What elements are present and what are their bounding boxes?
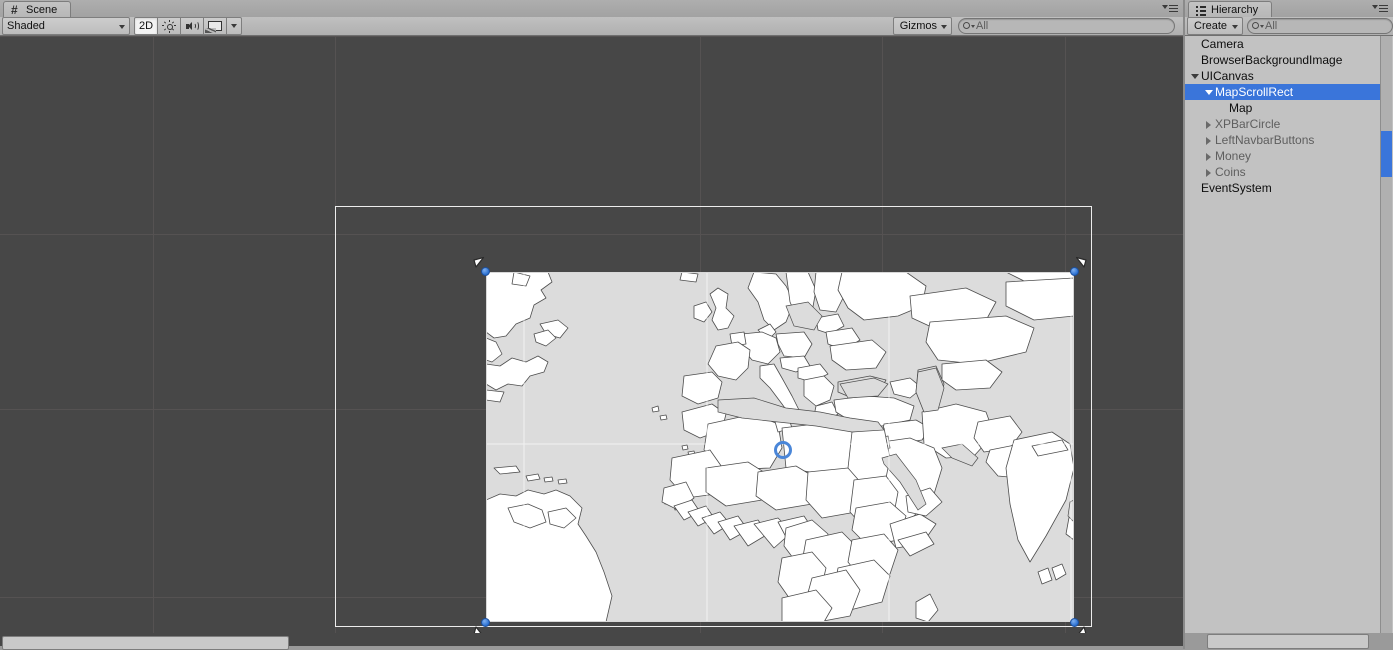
chevron-right-icon[interactable] — [1203, 150, 1215, 162]
toggle-effects-button[interactable] — [204, 17, 227, 35]
hierarchy-scrollbar-thumb[interactable] — [1381, 131, 1392, 177]
hierarchy-vertical-scrollbar[interactable] — [1380, 36, 1392, 633]
tab-hierarchy-label: Hierarchy — [1211, 4, 1259, 16]
grid-hash-icon — [11, 5, 22, 16]
hierarchy-tabstrip: Hierarchy — [1185, 0, 1393, 18]
gizmos-label: Gizmos — [899, 20, 937, 32]
scene-viewport[interactable] — [0, 36, 1183, 633]
hierarchy-item-label: Map — [1229, 100, 1253, 115]
toggle-lighting-button[interactable] — [158, 17, 181, 35]
hierarchy-item-label: BrowserBackgroundImage — [1201, 52, 1343, 67]
chevron-down-icon — [119, 25, 125, 29]
chevron-down-icon — [231, 24, 237, 28]
hierarchy-item-camera[interactable]: Camera — [1185, 36, 1381, 52]
resize-handle-top-left[interactable] — [481, 267, 490, 276]
chevron-down-icon[interactable] — [1203, 86, 1215, 98]
hierarchy-item-browserbackgroundimage[interactable]: BrowserBackgroundImage — [1185, 52, 1381, 68]
hierarchy-panel-menu-icon[interactable] — [1372, 3, 1388, 15]
map-scroll-rect-selection[interactable] — [473, 256, 1087, 633]
toggle-2d-button[interactable]: 2D — [134, 17, 158, 35]
tab-scene[interactable]: Scene — [3, 1, 72, 18]
scene-panel: Scene Shaded 2D — [0, 0, 1183, 650]
image-icon — [208, 21, 222, 31]
create-button[interactable]: Create — [1187, 17, 1244, 35]
toggle-audio-button[interactable] — [181, 17, 204, 35]
scene-grid-line — [153, 36, 154, 633]
tab-hierarchy[interactable]: Hierarchy — [1188, 1, 1273, 18]
hierarchy-item-label: Coins — [1215, 164, 1246, 179]
scene-search-input[interactable]: All — [958, 18, 1175, 34]
scene-tabstrip: Scene — [0, 0, 1183, 18]
scene-scrollbar-thumb[interactable] — [2, 636, 289, 650]
resize-handle-bottom-left[interactable] — [481, 618, 490, 627]
pivot-handle[interactable] — [774, 441, 792, 459]
hierarchy-item-label: Money — [1215, 148, 1252, 163]
hierarchy-item-label: UICanvas — [1201, 68, 1254, 83]
speaker-icon — [185, 20, 199, 33]
hierarchy-item-label: EventSystem — [1201, 180, 1272, 195]
hierarchy-search-value: All — [1265, 19, 1278, 32]
hierarchy-toolbar: Create All — [1185, 17, 1393, 36]
hierarchy-item-label: Camera — [1201, 36, 1244, 51]
hierarchy-item-coins[interactable]: Coins — [1185, 164, 1381, 180]
hierarchy-item-label: MapScrollRect — [1215, 84, 1294, 99]
hierarchy-item-leftnavbarbuttons[interactable]: LeftNavbarButtons — [1185, 132, 1381, 148]
hierarchy-search-input[interactable]: All — [1247, 18, 1393, 34]
chevron-down-icon — [1232, 25, 1239, 29]
hierarchy-panel: Hierarchy Create All Camera BrowserBackgr… — [1185, 0, 1393, 649]
draw-mode-dropdown[interactable]: Shaded — [2, 17, 130, 35]
hierarchy-item-map[interactable]: Map — [1185, 100, 1381, 116]
resize-handle-top-right[interactable] — [1070, 267, 1079, 276]
chevron-right-icon[interactable] — [1203, 166, 1215, 178]
gizmos-dropdown[interactable]: Gizmos — [892, 17, 952, 35]
list-icon — [1196, 5, 1207, 16]
effects-dropdown-button[interactable] — [227, 17, 242, 35]
scene-view-toggles: 2D — [134, 17, 242, 35]
hierarchy-item-label: XPBarCircle — [1215, 116, 1281, 131]
hierarchy-item-mapscrollrect[interactable]: MapScrollRect — [1185, 84, 1381, 100]
search-icon — [1252, 21, 1265, 31]
hierarchy-item-eventsystem[interactable]: EventSystem — [1185, 180, 1381, 196]
chevron-right-icon[interactable] — [1203, 118, 1215, 130]
scene-grid-line — [0, 36, 1183, 37]
hierarchy-item-uicanvas[interactable]: UICanvas — [1185, 68, 1381, 84]
hierarchy-item-label: LeftNavbarButtons — [1215, 132, 1315, 147]
hierarchy-bottom-strip — [1185, 633, 1393, 649]
hierarchy-item-xpbarcircle[interactable]: XPBarCircle — [1185, 116, 1381, 132]
chevron-down-icon[interactable] — [1189, 70, 1201, 82]
hierarchy-tree: Camera BrowserBackgroundImage UICanvas MapS… — [1185, 36, 1381, 649]
chevron-down-icon — [941, 25, 947, 29]
resize-handle-bottom-right[interactable] — [1070, 618, 1079, 627]
toggle-2d-label: 2D — [138, 20, 154, 32]
chevron-right-icon[interactable] — [1203, 134, 1215, 146]
scene-horizontal-scrollbar[interactable] — [0, 633, 1183, 650]
tab-scene-label: Scene — [26, 4, 58, 16]
draw-mode-value: Shaded — [7, 20, 45, 32]
scene-panel-menu-icon[interactable] — [1162, 3, 1178, 15]
hierarchy-item-money[interactable]: Money — [1185, 148, 1381, 164]
scene-bottom-strip — [0, 633, 1183, 650]
scene-search-value: All — [976, 19, 989, 32]
search-icon — [963, 21, 976, 31]
scene-toolbar: Shaded 2D Gizmos All — [0, 17, 1183, 36]
create-button-label: Create — [1194, 20, 1228, 32]
sun-icon — [162, 19, 176, 33]
hierarchy-bottom-field[interactable] — [1207, 634, 1369, 649]
